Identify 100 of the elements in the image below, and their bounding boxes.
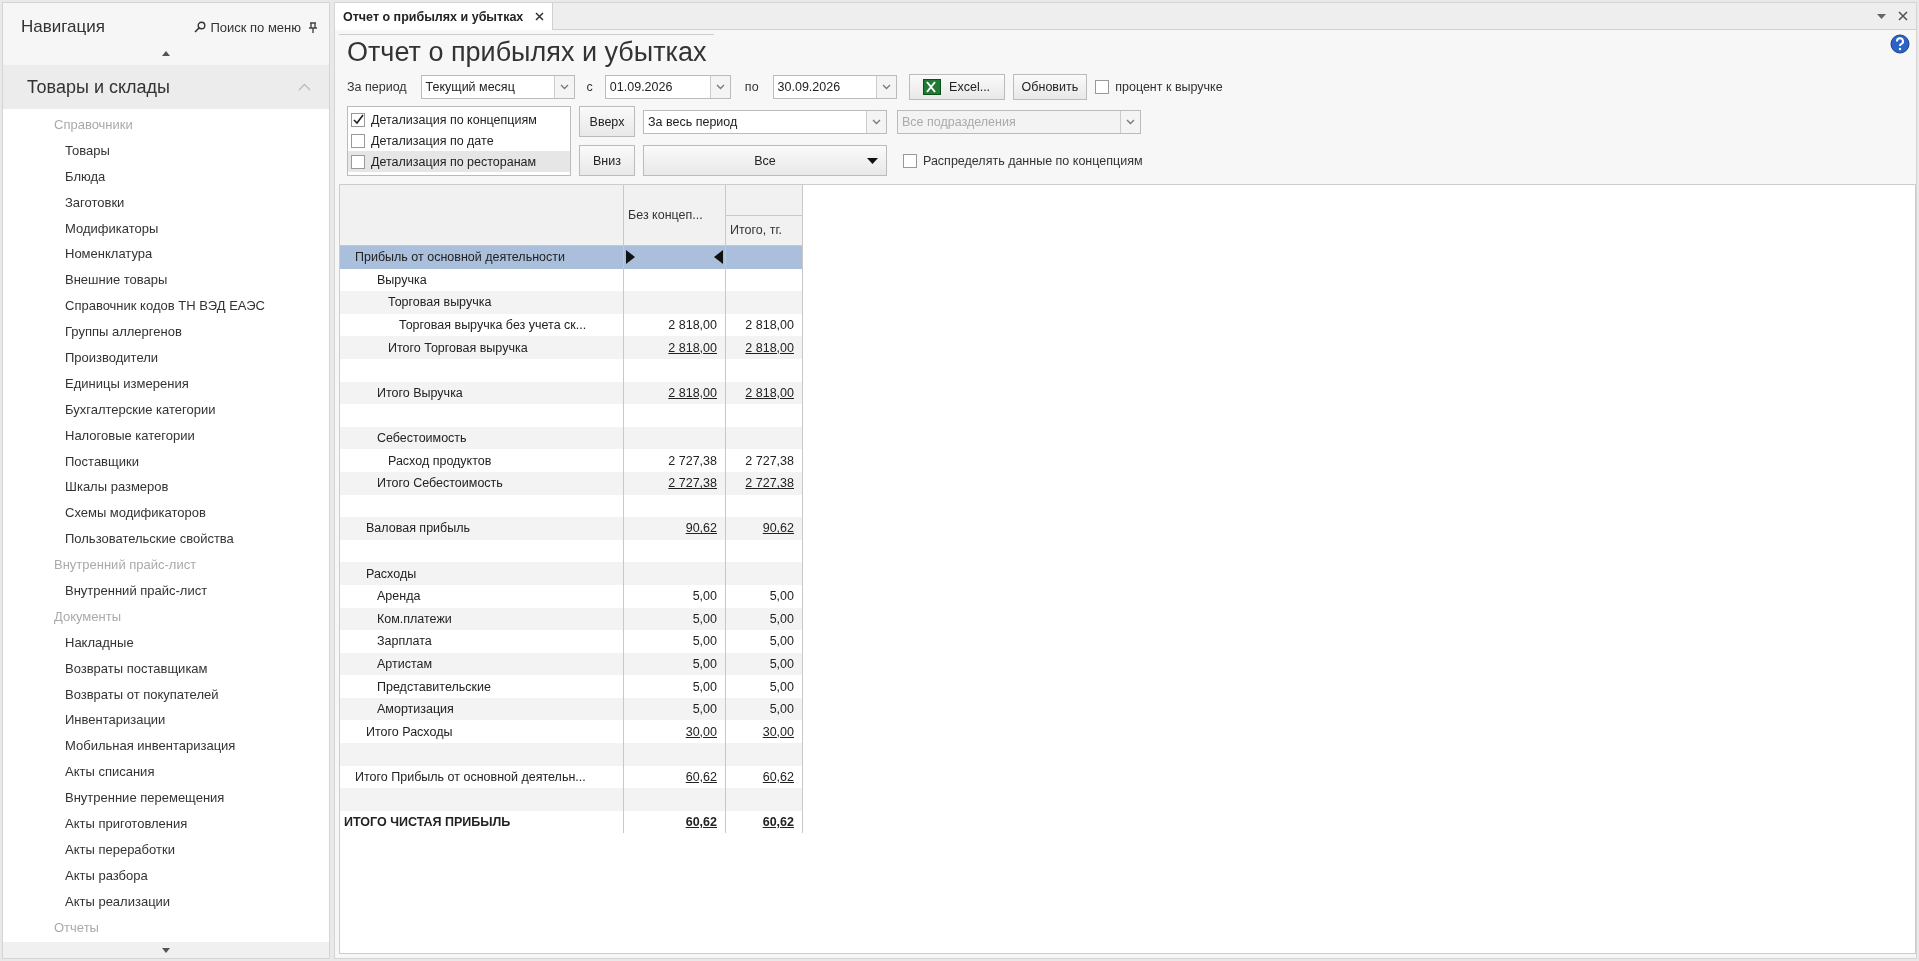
sidebar-item[interactable]: Бухгалтерские категории: [3, 396, 329, 423]
row-label[interactable]: Валовая прибыль: [340, 517, 624, 540]
value-cell: 5,00: [624, 697, 726, 721]
spreadsheet-icon: [923, 79, 942, 95]
period-label: За период: [347, 80, 407, 94]
value-cell: 5,00: [726, 607, 803, 631]
sidebar-item[interactable]: Единицы измерения: [3, 370, 329, 397]
row-label[interactable]: Итого Торговая выручка: [340, 336, 624, 359]
up-button[interactable]: Вверх: [579, 106, 635, 137]
value-cell: 2 818,00: [624, 381, 726, 405]
sidebar-item[interactable]: Внутренние перемещения: [3, 785, 329, 812]
close-icon[interactable]: [1898, 11, 1908, 21]
sidebar-item[interactable]: Поставщики: [3, 448, 329, 475]
search-icon: [194, 21, 207, 33]
distribute-option[interactable]: Распределять данные по концепциям: [903, 153, 1143, 168]
group-title: Товары и склады: [27, 76, 170, 98]
sidebar-section-label: Внутренний прайс-лист: [53, 556, 198, 575]
sidebar-item[interactable]: Акты разбора: [3, 862, 329, 889]
caret-icon: [1126, 118, 1135, 125]
sidebar-item[interactable]: Акты приготовления: [3, 811, 329, 837]
row-label[interactable]: Себестоимость: [340, 426, 624, 450]
sidebar-item[interactable]: Инвентаризации: [3, 707, 329, 734]
report-tab[interactable]: Отчет о прибылях и убытках: [335, 3, 554, 30]
to-date-field[interactable]: 30.09.2026: [772, 75, 897, 99]
sidebar-item[interactable]: Заготовки: [3, 189, 329, 216]
departments-select: Все подразделения: [897, 109, 1141, 134]
row-label[interactable]: Расходы: [340, 562, 624, 585]
caret-icon: [867, 158, 878, 164]
sidebar-item[interactable]: Мобильная инвентаризация: [3, 733, 329, 760]
dropdown-icon[interactable]: [1877, 13, 1886, 19]
sidebar-section-label: Отчеты: [53, 918, 100, 937]
value-cell: 5,00: [726, 697, 803, 721]
sidebar-item[interactable]: Модификаторы: [3, 215, 329, 242]
to-label: по: [744, 80, 759, 94]
value-cell: 2 818,00: [624, 336, 726, 359]
row-label[interactable]: Итого Выручка: [340, 381, 624, 405]
details-option[interactable]: Детализация по дате: [348, 130, 570, 151]
checkbox[interactable]: [351, 133, 365, 148]
period-select[interactable]: Текущий месяц: [420, 75, 575, 99]
report-title: Отчет о прибылях и убытках: [339, 34, 715, 68]
sidebar-item[interactable]: Внутренний прайс-лист: [3, 578, 329, 604]
refresh-button[interactable]: Обновить: [1012, 74, 1088, 100]
value-cell: 2 818,00: [726, 336, 803, 359]
down-button[interactable]: Вниз: [579, 145, 635, 176]
row-label[interactable]: Ком.платежи: [340, 607, 624, 631]
sidebar-item[interactable]: Внешние товары: [3, 267, 329, 294]
group-header[interactable]: Товары и склады: [3, 65, 329, 109]
filter-dropdown[interactable]: Все: [643, 145, 887, 176]
sidebar-item[interactable]: Акты переработки: [3, 836, 329, 863]
sidebar-item[interactable]: Товары: [3, 137, 329, 164]
sidebar-item[interactable]: Пользовательские свойства: [3, 526, 329, 553]
value-cell: 2 727,38: [726, 471, 803, 495]
sidebar-item[interactable]: Номенклатура: [3, 241, 329, 268]
row-label[interactable]: Артистам: [340, 652, 624, 676]
row-label[interactable]: Торговая выручка: [340, 291, 624, 314]
sidebar-item[interactable]: Шкалы размеров: [3, 474, 329, 501]
scroll-up-icon[interactable]: [162, 51, 170, 56]
percent-option[interactable]: процент к выручке: [1095, 80, 1223, 94]
value-cell: 5,00: [624, 607, 726, 631]
value-cell: 90,62: [726, 517, 803, 540]
menu-search-link[interactable]: Поиск по меню: [194, 19, 301, 35]
checkbox[interactable]: [1095, 80, 1110, 94]
scroll-down-icon[interactable]: [162, 947, 170, 953]
sidebar-item[interactable]: Справочник кодов ТН ВЭД ЕАЭС: [3, 293, 329, 320]
sidebar-item[interactable]: Возвраты поставщикам: [3, 655, 329, 682]
pin-icon[interactable]: [309, 21, 317, 33]
value-cell: 5,00: [624, 652, 726, 676]
sidebar-item[interactable]: Возвраты от покупателей: [3, 681, 329, 708]
checkbox[interactable]: [351, 112, 365, 127]
caret-icon: [872, 118, 881, 125]
sidebar-item[interactable]: Блюда: [3, 163, 329, 190]
checkbox[interactable]: [903, 153, 917, 168]
sidebar-item[interactable]: Акты списания: [3, 759, 329, 786]
range-select[interactable]: За весь период: [643, 109, 887, 134]
row-label[interactable]: Итого Себестоимость: [340, 471, 624, 495]
sidebar-item[interactable]: Производители: [3, 345, 329, 371]
checkbox[interactable]: [351, 154, 365, 169]
sidebar-item[interactable]: Акты реализации: [3, 888, 329, 915]
value-cell: 2 818,00: [726, 381, 803, 405]
excel-button[interactable]: Excel...: [908, 74, 1005, 100]
sidebar-item[interactable]: Группы аллергенов: [3, 319, 329, 345]
help-icon[interactable]: [1890, 34, 1910, 54]
details-option[interactable]: Детализация по ресторанам: [348, 151, 570, 172]
value-cell: 90,62: [624, 517, 726, 540]
sidebar-item[interactable]: Схемы модификаторов: [3, 500, 329, 527]
from-label: с: [586, 80, 593, 94]
details-option[interactable]: Детализация по концепциям: [348, 109, 570, 130]
caret-icon: [715, 84, 725, 90]
row-label[interactable]: Прибыль от основной деятельности: [340, 246, 624, 269]
row-label[interactable]: Амортизация: [340, 697, 624, 721]
sidebar-item[interactable]: Налоговые категории: [3, 422, 329, 449]
right-triangle-icon: [626, 250, 635, 264]
navigation-title: Навигация: [21, 17, 106, 37]
value-cell: 5,00: [726, 652, 803, 676]
sidebar-section-label: Документы: [53, 607, 122, 626]
close-icon[interactable]: [535, 12, 545, 21]
from-date-field[interactable]: 01.09.2026: [604, 75, 731, 99]
sidebar-item[interactable]: Накладные: [3, 629, 329, 656]
column-header[interactable]: Без концеп...: [624, 185, 725, 245]
caret-icon: [881, 84, 891, 90]
